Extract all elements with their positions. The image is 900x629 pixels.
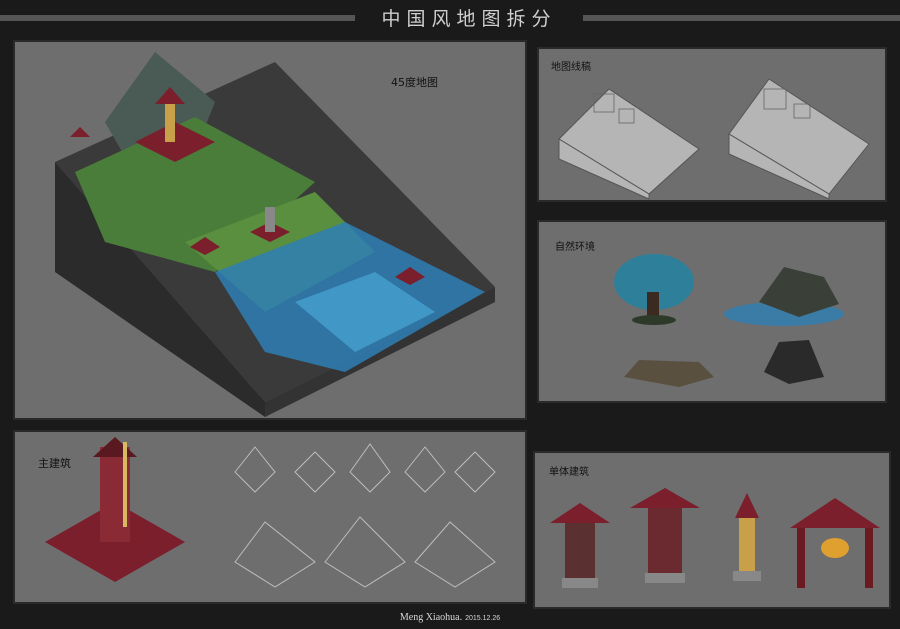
single-building-label: 单体建筑 bbox=[549, 467, 589, 478]
map-label: 45度地图 bbox=[391, 76, 438, 89]
nature-label: 自然环境 bbox=[555, 242, 595, 253]
lineart-panel: 地图线稿 bbox=[537, 47, 887, 202]
footer-date: 2015.12.26 bbox=[465, 615, 501, 622]
header-bar-right bbox=[583, 15, 900, 21]
main-building-panel: 主建筑 bbox=[13, 430, 527, 604]
lineart-label: 地图线稿 bbox=[551, 62, 591, 73]
isometric-map-illustration bbox=[55, 52, 495, 417]
page-title: 中国风地图拆分 bbox=[381, 8, 557, 30]
header-bar-left bbox=[0, 15, 355, 21]
map-panel: 45度地图 bbox=[13, 40, 527, 420]
main-building-label: 主建筑 bbox=[38, 457, 71, 470]
footer-author: Meng Xiaohua. bbox=[399, 612, 463, 623]
footer: Meng Xiaohua. 2015.12.26 bbox=[0, 612, 900, 623]
main-building-illustration bbox=[45, 437, 496, 588]
header: 中国风地图拆分 bbox=[0, 0, 900, 34]
single-building-panel: 单体建筑 bbox=[533, 451, 891, 609]
nature-panel: 自然环境 bbox=[537, 220, 887, 403]
